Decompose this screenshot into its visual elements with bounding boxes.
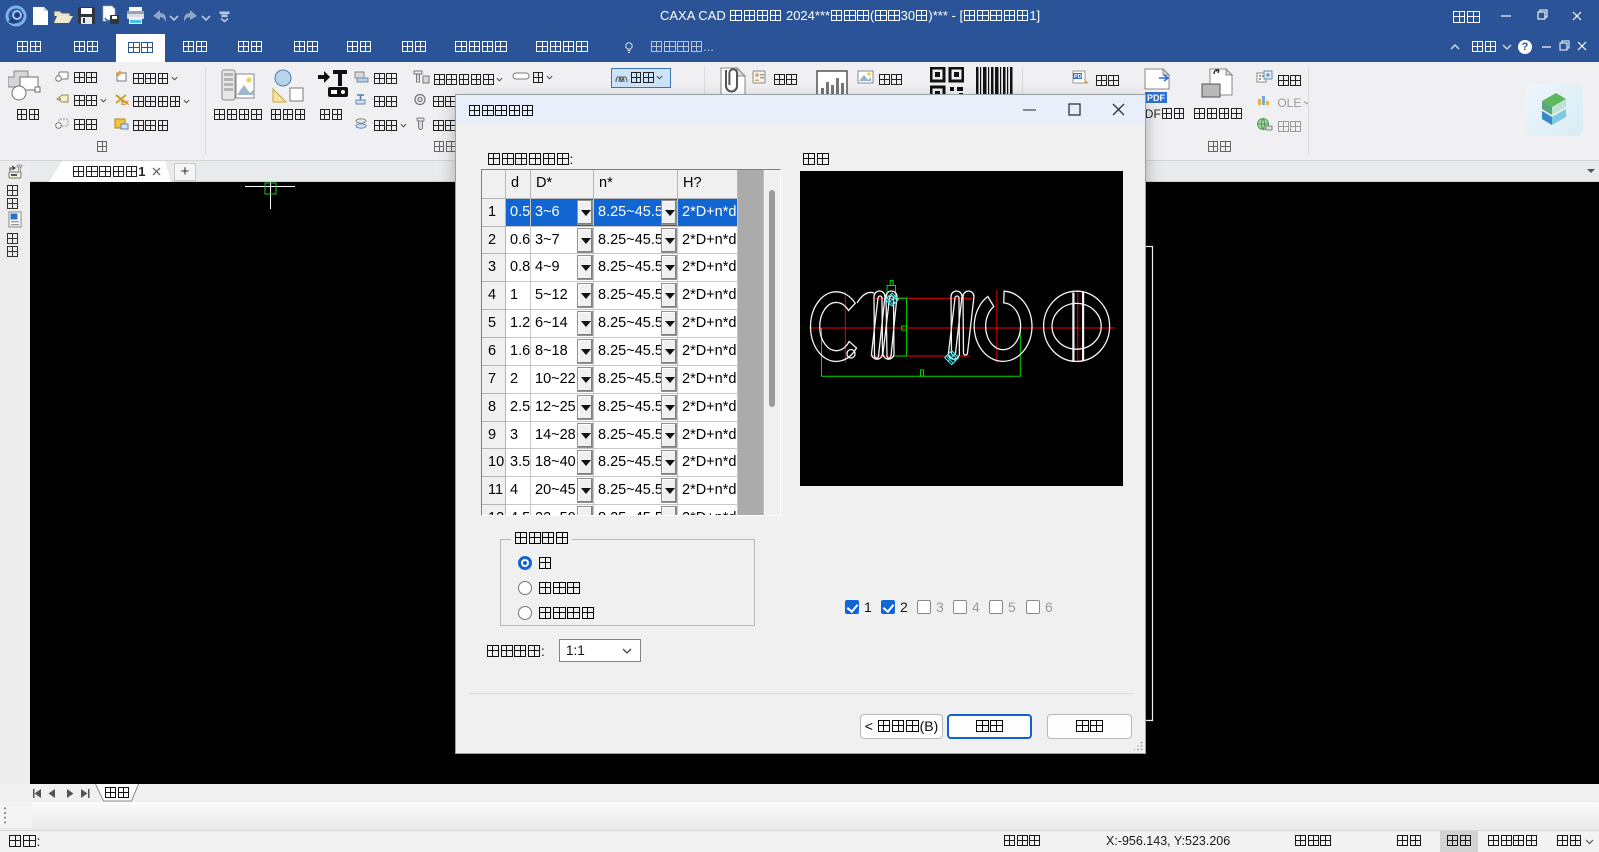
svg-text:EX: EX xyxy=(121,101,129,106)
svg-text:PDF: PDF xyxy=(1074,74,1086,80)
svg-text:PDF: PDF xyxy=(1147,93,1166,103)
